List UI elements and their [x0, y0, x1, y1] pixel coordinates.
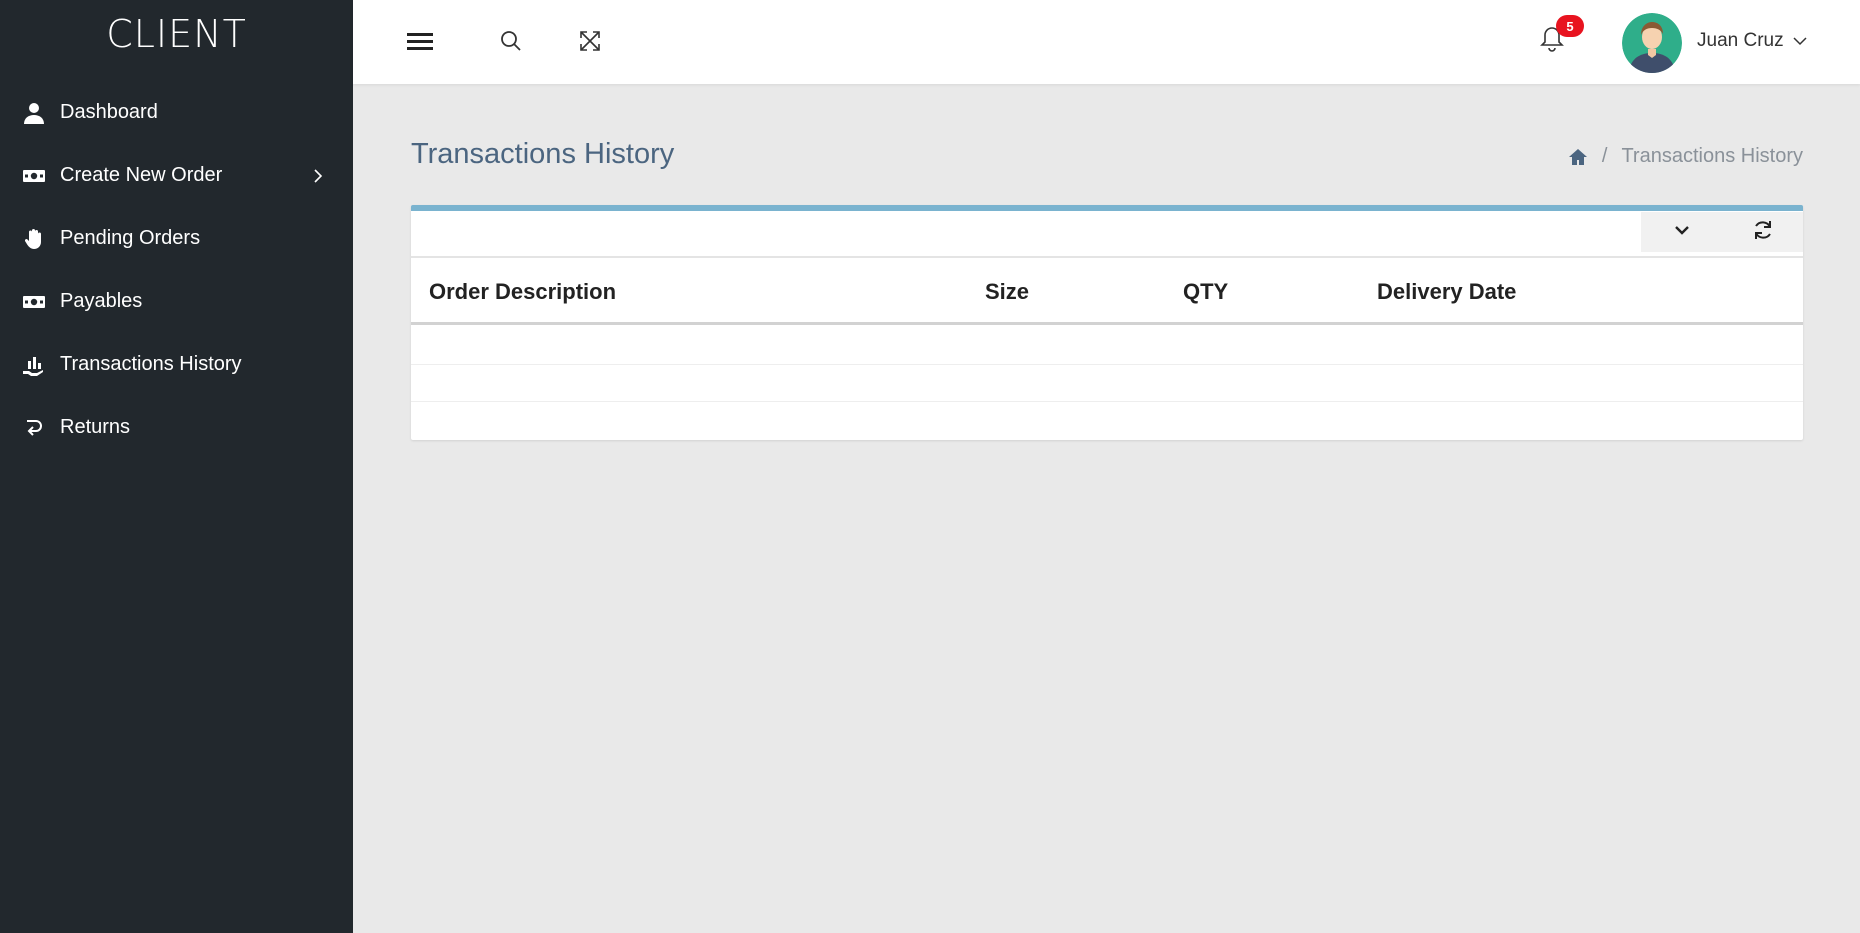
money-icon	[22, 290, 46, 314]
sidebar-item-label: Dashboard	[60, 101, 158, 123]
search-icon[interactable]	[496, 26, 526, 56]
card-tools	[1641, 212, 1803, 252]
table-header: Order Description Size QTY Delivery Date	[411, 259, 1803, 325]
topbar: 5 Juan Cruz	[353, 0, 1860, 84]
sidebar-item-label: Transactions History	[60, 353, 242, 375]
breadcrumb-current: Transactions History	[1621, 145, 1803, 167]
page-title: Transactions History	[411, 138, 675, 170]
home-icon[interactable]	[1568, 147, 1588, 167]
hand-icon	[22, 227, 46, 251]
chevron-right-icon	[311, 168, 325, 183]
chevron-down-icon[interactable]	[1791, 32, 1809, 50]
sidebar-item-payables[interactable]: Payables	[0, 270, 353, 333]
fullscreen-icon[interactable]	[575, 26, 605, 56]
column-header-size[interactable]: Size	[985, 279, 1029, 305]
column-header-order-description[interactable]: Order Description	[429, 279, 616, 305]
sidebar: CLIENT Dashboard Create New Order Pendin…	[0, 0, 353, 933]
table-row	[411, 328, 1803, 365]
sidebar-nav: Dashboard Create New Order Pending Order…	[0, 81, 353, 459]
transactions-card: Order Description Size QTY Delivery Date	[411, 205, 1803, 440]
sidebar-item-label: Pending Orders	[60, 227, 201, 249]
sidebar-item-dashboard[interactable]: Dashboard	[0, 81, 353, 144]
sidebar-item-label: Payables	[60, 290, 143, 312]
brand-logo[interactable]: CLIENT	[0, 0, 353, 68]
hamburger-menu-icon[interactable]	[405, 26, 435, 56]
sidebar-item-pending-orders[interactable]: Pending Orders	[0, 207, 353, 270]
column-header-delivery-date[interactable]: Delivery Date	[1377, 279, 1516, 305]
sidebar-item-returns[interactable]: Returns	[0, 396, 353, 459]
user-name[interactable]: Juan Cruz	[1697, 30, 1784, 52]
sidebar-item-label: Returns	[60, 416, 131, 438]
divider	[411, 256, 1803, 258]
chevron-down-icon	[1674, 223, 1690, 241]
notification-badge: 5	[1556, 15, 1584, 37]
table-row	[411, 402, 1803, 439]
breadcrumb: / Transactions History	[1568, 145, 1803, 168]
hand-holding-chart-icon	[22, 353, 46, 377]
money-icon	[22, 164, 46, 188]
breadcrumb-separator: /	[1601, 145, 1608, 167]
refresh-button[interactable]	[1722, 212, 1803, 252]
sidebar-item-create-new-order[interactable]: Create New Order	[0, 144, 353, 207]
sidebar-item-transactions-history[interactable]: Transactions History	[0, 333, 353, 396]
collapse-button[interactable]	[1641, 212, 1722, 252]
avatar[interactable]	[1622, 13, 1682, 73]
refresh-icon	[1752, 219, 1774, 246]
sidebar-item-label: Create New Order	[60, 164, 223, 186]
return-icon	[22, 416, 46, 440]
user-icon	[22, 101, 46, 125]
table-row	[411, 365, 1803, 402]
column-header-qty[interactable]: QTY	[1183, 279, 1228, 305]
